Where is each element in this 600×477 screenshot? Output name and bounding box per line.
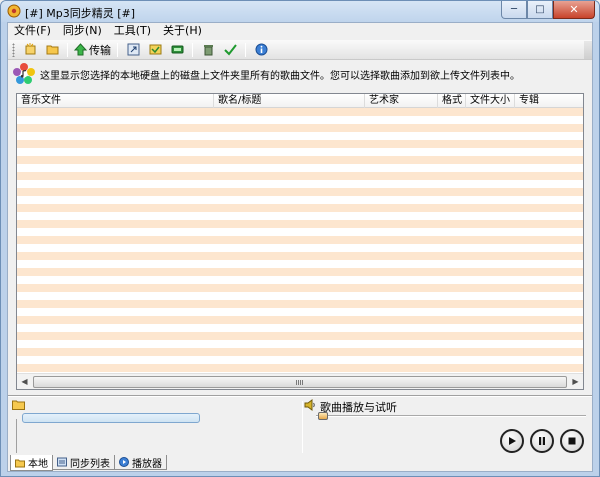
tab-label: 播放器 — [132, 458, 162, 470]
scroll-grip-icon — [296, 380, 304, 385]
transfer-label: 传输 — [89, 43, 111, 57]
export-icon — [127, 43, 139, 56]
menu-about[interactable]: 关于(H) — [161, 23, 204, 39]
bottom-tabs: 本地 同步列表 播放器 — [10, 455, 167, 471]
column-artist[interactable]: 艺术家 — [365, 94, 438, 108]
column-title[interactable]: 歌名/标题 — [214, 94, 365, 108]
scroll-thumb[interactable] — [33, 376, 567, 388]
tab-label: 同步列表 — [70, 458, 110, 470]
app-window: [#] Mp3同步精灵 [#] ─ □ ✕ 文件(F) 同步(N) 工具(T) … — [0, 0, 600, 477]
list-header: 音乐文件 歌名/标题 艺术家 格式 文件大小 专辑 — [17, 94, 583, 108]
pause-button[interactable] — [530, 429, 554, 453]
speaker-icon[interactable] — [304, 399, 316, 411]
play-button[interactable] — [500, 429, 524, 453]
device-button[interactable] — [168, 41, 186, 59]
play-icon — [509, 437, 516, 445]
menu-sync[interactable]: 同步(N) — [61, 23, 104, 39]
device-icon — [171, 45, 183, 54]
list-rows[interactable] — [17, 108, 583, 374]
music-flower-icon — [13, 63, 35, 84]
toolbar-separator — [192, 42, 193, 57]
tab-player[interactable]: 播放器 — [114, 455, 167, 470]
open-folder-button[interactable] — [43, 41, 61, 59]
sync-list-icon — [57, 457, 67, 467]
info-icon — [255, 43, 267, 56]
local-panel — [8, 397, 294, 455]
pause-icon — [539, 437, 545, 445]
export-button[interactable] — [124, 41, 142, 59]
app-logo-icon — [7, 4, 21, 18]
column-music-file[interactable]: 音乐文件 — [17, 94, 214, 108]
menu-tools[interactable]: 工具(T) — [112, 23, 153, 39]
recycle-button[interactable] — [199, 41, 217, 59]
toolbar-separator — [245, 42, 246, 57]
recycle-icon — [203, 45, 213, 56]
title-bar[interactable]: [#] Mp3同步精灵 [#] ─ □ ✕ — [1, 1, 599, 22]
scroll-left-icon[interactable]: ◀ — [18, 376, 31, 388]
info-button[interactable] — [252, 41, 270, 59]
info-text: 这里显示您选择的本地硬盘上的磁盘上文件夹里所有的歌曲文件。您可以选择歌曲添加到欲… — [40, 70, 520, 82]
check-button[interactable] — [221, 41, 239, 59]
column-file-size[interactable]: 文件大小 — [466, 94, 515, 108]
maximize-button[interactable]: □ — [527, 1, 553, 19]
new-button[interactable] — [21, 41, 39, 59]
player-panel: 歌曲播放与试听 — [304, 397, 592, 455]
song-list[interactable]: 音乐文件 歌名/标题 艺术家 格式 文件大小 专辑 ◀ ▶ — [16, 93, 584, 390]
divider — [16, 419, 17, 453]
folder-icon[interactable] — [12, 399, 25, 410]
check-icon — [223, 44, 237, 56]
column-format[interactable]: 格式 — [438, 94, 466, 108]
toolbar-separator — [117, 42, 118, 57]
open-folder-icon — [46, 45, 58, 55]
new-icon — [25, 43, 35, 55]
tab-label: 本地 — [28, 459, 48, 470]
transfer-icon — [74, 43, 87, 56]
stop-icon — [568, 437, 576, 445]
info-banner: 这里显示您选择的本地硬盘上的磁盘上文件夹里所有的歌曲文件。您可以选择歌曲添加到欲… — [8, 61, 592, 87]
folder-icon — [15, 459, 25, 467]
import-button[interactable] — [146, 41, 164, 59]
stop-button[interactable] — [560, 429, 584, 453]
divider — [302, 401, 303, 453]
toolbar: 传输 — [8, 40, 592, 60]
import-icon — [149, 44, 161, 55]
toolbar-overflow[interactable] — [584, 40, 592, 59]
horizontal-scrollbar[interactable]: ◀ ▶ — [17, 373, 583, 389]
tab-sync-list[interactable]: 同步列表 — [52, 455, 115, 470]
transfer-progress — [22, 413, 200, 423]
column-album[interactable]: 专辑 — [515, 94, 583, 108]
toolbar-separator — [67, 42, 68, 57]
seek-track[interactable] — [316, 415, 586, 417]
player-icon — [119, 457, 129, 467]
client-area: 文件(F) 同步(N) 工具(T) 关于(H) 传输 这里显示您选择的本地硬盘上… — [7, 22, 593, 472]
menu-bar: 文件(F) 同步(N) 工具(T) 关于(H) — [8, 23, 592, 39]
close-button[interactable]: ✕ — [553, 1, 595, 19]
scroll-right-icon[interactable]: ▶ — [569, 376, 582, 388]
menu-file[interactable]: 文件(F) — [12, 23, 53, 39]
tab-local[interactable]: 本地 — [10, 455, 53, 471]
toolbar-grip[interactable] — [12, 42, 15, 57]
seek-slider-thumb[interactable] — [318, 412, 328, 420]
window-title: [#] Mp3同步精灵 [#] — [25, 7, 136, 20]
minimize-button[interactable]: ─ — [501, 1, 527, 19]
transfer-button[interactable]: 传输 — [74, 41, 111, 59]
player-label: 歌曲播放与试听 — [320, 401, 397, 414]
